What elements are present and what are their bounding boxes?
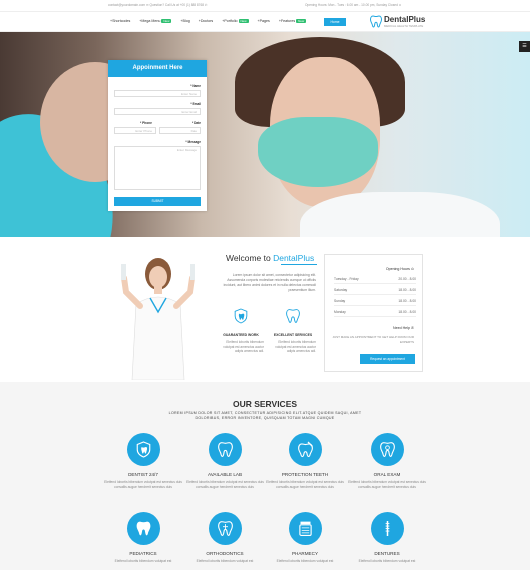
new-badge: New [238,19,249,23]
hours-row: Sunday 18.00 - 8.00 [334,299,416,306]
service-desc: Eleifend lobortis bibendum volutpat est … [348,480,426,489]
nav-menu: +Shortcodes +Mega Menu New +Blog +Doctors… [110,19,307,23]
service-name: Dentures [374,551,400,556]
email-input[interactable]: Enter Email [114,108,201,115]
service-name: Pediatrics [129,551,157,556]
site-logo[interactable]: DentalPlus MEDICAL HEALTH TEMPLATE [370,15,425,28]
tooth-shield-icon [234,308,248,324]
service-desc: Eleifend lobortis bibendum volutpat est [114,559,172,563]
nav-item-shortcodes[interactable]: +Shortcodes [110,19,130,23]
hero-banner [0,32,530,237]
home-nav-button[interactable]: Home [324,18,346,26]
opening-hours-info: Opening Hours: Mon - Tues : 6.00 am - 10… [305,3,402,7]
dentist-coat-shape [300,192,500,237]
tooth-logo-icon [370,15,382,28]
tooth-search-icon [379,442,395,457]
main-navigation: +Shortcodes +Mega Menu New +Blog +Doctors… [0,11,530,32]
opening-hours-title: Opening Hours ⊙ [385,267,414,271]
request-appointment-button[interactable]: Request an appointment [360,354,415,364]
feature-guaranteed-work: GUARANTEED WORK Eleifend lobortis bibend… [218,308,264,354]
phone-input[interactable]: Enter Phone [114,127,156,134]
service-item[interactable]: Pharmecy Eleifend lobortis bibendum volu… [260,512,350,564]
service-name: Pharmecy [291,551,319,556]
dental-tool-icon [385,521,389,536]
help-note: JUST MAKE AN APPOINTMENT TO GET HELP FRO… [332,335,414,344]
feature-title: GUARANTEED WORK [223,333,259,337]
tooth-icon [217,442,233,457]
nav-item-blog[interactable]: +Blog [180,19,189,23]
hours-row: Monday 18.00 - 8.00 [334,310,416,317]
tooth-shield-icon [136,441,150,458]
contact-info: contact@yourdomain.com ✉ Question? Call … [108,3,208,7]
service-desc: Eleifend lobortis bibendum volutpat est … [104,480,182,489]
service-desc: Eleifend lobortis bibendum volutpat est [358,559,416,563]
service-name: Orthodontics [206,551,244,556]
service-item[interactable]: Protection teeth Eleifend lobortis biben… [260,433,350,489]
service-item[interactable]: Oral exam Eleifend lobortis bibendum vol… [342,433,432,489]
feature-desc: Eleifend lobortis bibendum volutpat est … [223,340,264,354]
welcome-title: Welcome to DentalPlus [226,253,315,263]
tooth-brush-icon [297,441,313,458]
title-underline [281,264,317,265]
service-name: Dentist 24/7 [128,472,158,477]
feature-title: EXCELLENT SERVICES [273,333,313,337]
new-badge: New [161,19,172,23]
new-badge: New [296,19,307,23]
submit-button[interactable]: SUBMIT [114,197,201,206]
tooth-icon [286,309,300,323]
dentist-mask-shape [258,117,378,187]
service-name: Available lab [207,472,243,477]
nav-item-features[interactable]: +Features New [279,19,307,23]
nav-item-pages[interactable]: +Pages [258,19,270,23]
nav-item-doctors[interactable]: +Doctors [199,19,214,23]
service-item[interactable]: Available lab Eleifend lobortis bibendum… [180,433,270,489]
tooth-sparkle-icon [217,521,233,536]
services-title: OUR SERVICES [232,399,298,409]
logo-name: DentalPlus [384,15,426,24]
hours-row: Saturday 18.00 - 8.00 [334,288,416,295]
menu-toggle-icon[interactable]: ☰ [519,41,530,52]
name-input[interactable]: Enter Name [114,90,201,97]
service-item[interactable]: Dentist 24/7 Eleifend lobortis bibendum … [98,433,188,489]
message-textarea[interactable]: Enter Message [114,146,201,190]
service-desc: Eleifend lobortis bibendum volutpat est [276,559,334,563]
feature-excellent-services: EXCELLENT SERVICES Eleifend lobortis bib… [270,308,316,354]
email-label: * Email [190,102,201,106]
service-item[interactable]: Pediatrics Eleifend lobortis bibendum vo… [98,512,188,564]
name-label: * Name [190,84,201,88]
service-item[interactable]: Orthodontics Eleifend lobortis bibendum … [180,512,270,564]
hours-row: Tuesday - Friday 20.00 - 8.00 [334,277,416,284]
need-help-title: Need Help ✆ [393,326,414,330]
nav-item-mega-menu[interactable]: +Mega Menu New [139,19,172,23]
pill-jar-icon [298,521,312,536]
nav-item-portfolio[interactable]: +Portfolio New [222,19,249,23]
date-label: * Date [191,121,201,125]
service-name: Protection teeth [281,472,329,477]
logo-tagline: MEDICAL HEALTH TEMPLATE [384,24,424,28]
dentist-woman-image [121,258,195,380]
message-label: * Message [185,140,201,144]
appointment-form-title: Appoinment Here [108,60,207,77]
appointment-form: Appoinment Here * Name Enter Name * Emai… [108,60,207,211]
service-desc: Eleifend lobortis bibendum volutpat est … [266,480,344,489]
phone-label: * Phone [140,121,152,125]
top-info-bar: contact@yourdomain.com ✉ Question? Call … [0,0,530,11]
services-subtitle: LOREM IPSUM DOLOR SIT AMET, CONSECTETUR … [168,411,362,420]
tooth-smile-icon [136,521,150,536]
feature-desc: Eleifend lobortis bibendum volutpat est … [275,340,316,354]
welcome-text: Lorem ipsum dolor sit amet, consectetur … [223,273,316,292]
services-section: OUR SERVICES LOREM IPSUM DOLOR SIT AMET,… [0,382,530,570]
date-input[interactable]: Date [159,127,201,134]
service-name: Oral exam [373,472,401,477]
service-desc: Eleifend lobortis bibendum volutpat est … [186,480,264,489]
opening-hours-box: Opening Hours ⊙ Tuesday - Friday 20.00 - … [324,254,423,372]
service-item[interactable]: Dentures Eleifend lobortis bibendum volu… [342,512,432,564]
service-desc: Eleifend lobortis bibendum volutpat est [196,559,254,563]
